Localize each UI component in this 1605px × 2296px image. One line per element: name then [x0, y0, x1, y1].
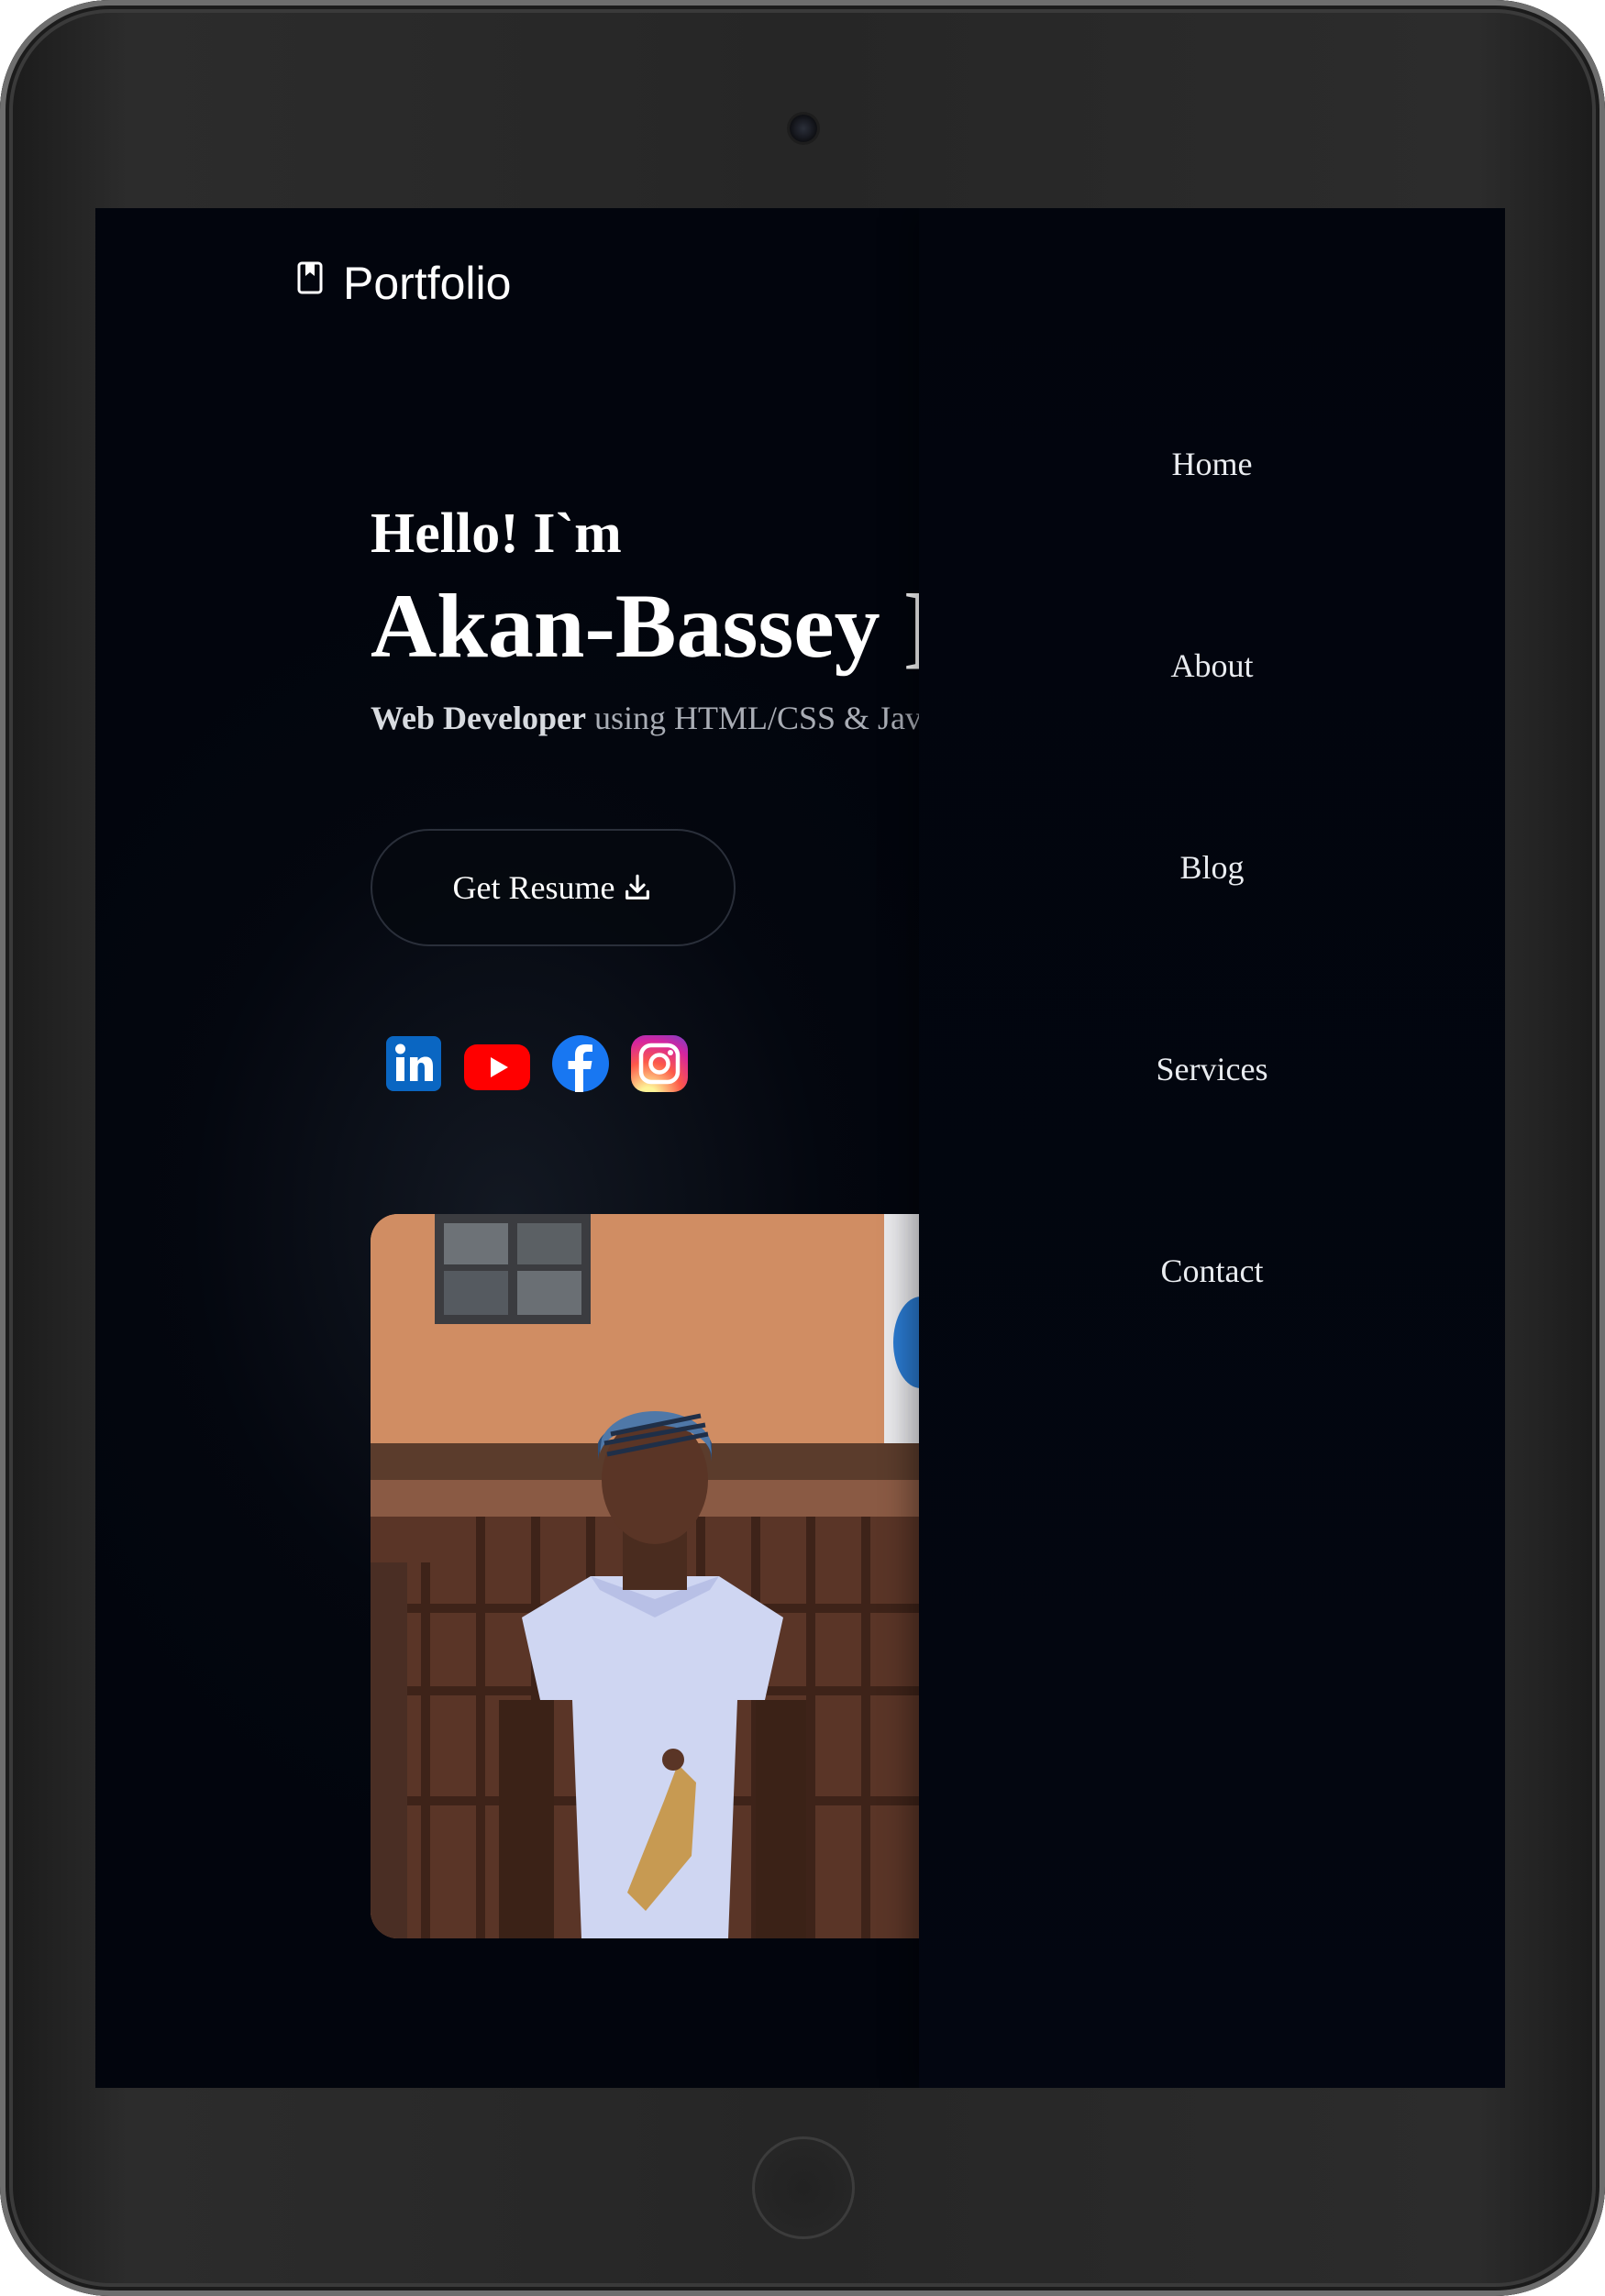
hero-name: Akan-Bassey ]: [371, 575, 934, 677]
home-button[interactable]: [752, 2136, 855, 2239]
hero-subtitle: Web Developer using HTML/CSS & Jav: [371, 699, 922, 737]
bookmark-icon: [297, 261, 323, 294]
get-resume-button[interactable]: Get Resume: [371, 829, 736, 946]
download-icon: [625, 874, 650, 900]
mobile-nav-panel: Home About Blog Services Contact: [919, 208, 1505, 2088]
youtube-icon[interactable]: [462, 1033, 532, 1094]
nav-item-blog[interactable]: Blog: [919, 848, 1505, 887]
nav-item-services[interactable]: Services: [919, 1050, 1505, 1088]
hero-greeting: Hello! I`m: [371, 502, 622, 565]
nav-item-contact[interactable]: Contact: [919, 1252, 1505, 1290]
profile-photo-graphic: [371, 1214, 939, 1938]
tablet-frame: Portfolio Hello! I`m Akan-Bassey ] Web D…: [0, 0, 1605, 2296]
facebook-icon[interactable]: [550, 1033, 611, 1094]
nav-item-home[interactable]: Home: [919, 445, 1505, 483]
hero-role-rest: using HTML/CSS & Jav: [585, 700, 922, 736]
instagram-icon[interactable]: [629, 1033, 690, 1094]
front-camera: [790, 115, 817, 142]
nav-item-about[interactable]: About: [919, 646, 1505, 685]
hero-section: Hello! I`m Akan-Bassey ] Web Developer u…: [371, 208, 1014, 2088]
screen: Portfolio Hello! I`m Akan-Bassey ] Web D…: [95, 208, 1505, 2088]
get-resume-label: Get Resume: [452, 869, 615, 906]
linkedin-icon[interactable]: [383, 1033, 444, 1094]
hero-role-bold: Web Developer: [371, 700, 586, 736]
social-links: [383, 1033, 690, 1094]
profile-photo: [371, 1214, 939, 1938]
